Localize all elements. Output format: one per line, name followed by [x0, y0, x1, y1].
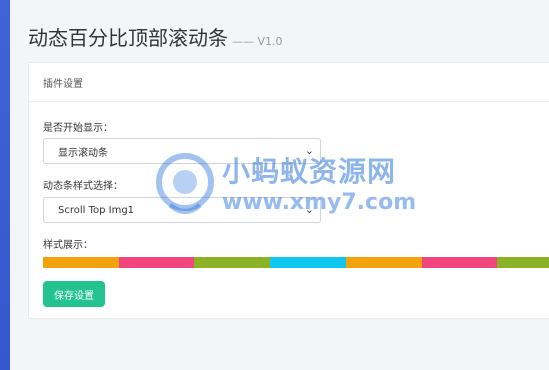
page-title: 动态百分比顶部滚动条 —— V1.0: [28, 22, 283, 51]
version-label: —— V1.0: [232, 35, 283, 48]
preview-color-segment: [118, 257, 195, 268]
chevron-down-icon: ⌄: [304, 144, 314, 157]
page-title-text: 动态百分比顶部滚动条: [28, 26, 228, 50]
style-select-value: Scroll Top Img1: [58, 204, 135, 216]
chevron-down-icon: ⌄: [304, 203, 314, 216]
preview-color-segment: [421, 257, 498, 268]
left-sidebar-strip: [0, 0, 10, 370]
start-display-select[interactable]: 显示滚动条 ⌄: [43, 138, 321, 164]
style-select[interactable]: Scroll Top Img1 ⌄: [43, 197, 321, 223]
settings-card: 插件设置 是否开始显示： 显示滚动条 ⌄ 动态条样式选择： Scroll Top…: [28, 62, 549, 319]
start-display-label: 是否开始显示：: [43, 123, 113, 134]
preview-color-segment: [497, 257, 549, 268]
preview-color-segment: [194, 257, 271, 268]
preview-color-segment: [43, 257, 119, 268]
style-preview-bar: [43, 257, 549, 268]
card-header: 插件设置: [29, 63, 549, 102]
start-display-value: 显示滚动条: [58, 147, 108, 159]
save-button[interactable]: 保存设置: [43, 281, 105, 307]
preview-label: 样式展示：: [43, 240, 93, 251]
preview-color-segment: [345, 257, 422, 268]
style-select-label: 动态条样式选择：: [43, 181, 123, 192]
preview-color-segment: [270, 257, 346, 268]
